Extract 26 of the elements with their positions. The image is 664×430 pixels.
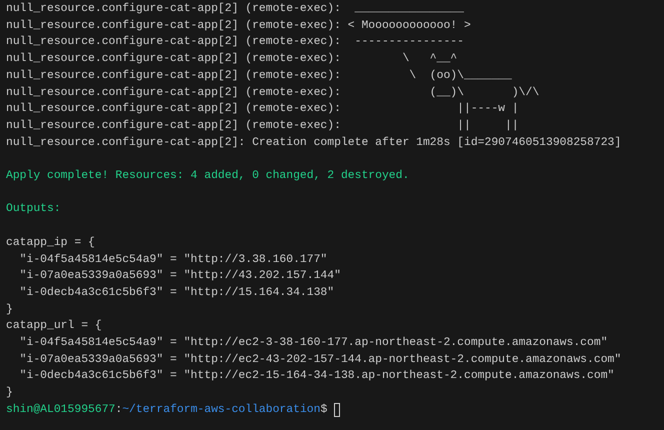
output-line: } bbox=[6, 386, 13, 402]
output-line: "i-0decb4a3c61c5b6f3" = "http://15.164.34.138" bbox=[18, 286, 334, 301]
cursor-icon bbox=[334, 403, 340, 418]
output-line: null_resource.configure-cat-app[2] (remote-exec): \ ^__^ bbox=[6, 52, 458, 68]
output-line: "i-07a0ea5339a0a5693" = "http://43.202.157.144" bbox=[18, 268, 341, 284]
output-line: "i-04f5a45814e5c54a9" = "http://3.38.160.177" bbox=[18, 252, 328, 268]
output-line: "i-0decb4a3c61c5b6f3" = "http://ec2-15-164-34-138.ap-northeast-2.compute.amazonaws.com" bbox=[18, 368, 614, 384]
output-line: null_resource.configure-cat-app[2] (remote-exec): \ (oo)\_______ bbox=[6, 68, 512, 84]
prompt-user-host: shin@AL015995677 bbox=[6, 402, 116, 418]
output-line: "i-04f5a45814e5c54a9" = "http://ec2-3-38-160-177.ap-northeast-2.compute.amazonaws.com" bbox=[18, 336, 608, 352]
output-line: null_resource.configure-cat-app[2] (remote-exec): (__)\ )\/\ bbox=[6, 86, 540, 101]
output-line: Apply complete! Resources: 4 added, 0 changed, 2 destroyed. bbox=[6, 168, 410, 184]
output-line: "i-07a0ea5339a0a5693" = "http://ec2-43-202-157-144.ap-northeast-2.compute.amazonaws.com" bbox=[18, 352, 622, 368]
output-line: null_resource.configure-cat-app[2] (remote-exec): ---------------- bbox=[6, 34, 464, 50]
output-line: } bbox=[6, 302, 13, 318]
output-line: catapp_ip = { bbox=[6, 236, 95, 251]
prompt-symbol: $ bbox=[320, 402, 328, 418]
output-line: Outputs: bbox=[6, 202, 61, 218]
output-line: null_resource.configure-cat-app[2]: Creation complete after 1m28s [id=2907460513908258723] bbox=[6, 136, 622, 151]
output-line: null_resource.configure-cat-app[2] (remote-exec): ________________ bbox=[6, 2, 464, 17]
output-line: null_resource.configure-cat-app[2] (remote-exec): < Moooooooooooo! > bbox=[6, 18, 471, 34]
output-line: null_resource.configure-cat-app[2] (remote-exec): || || bbox=[6, 118, 519, 134]
prompt-path: ~/terraform-aws-collaboration bbox=[122, 402, 320, 418]
output-line: null_resource.configure-cat-app[2] (remote-exec): ||----w | bbox=[6, 102, 519, 118]
prompt-separator: : bbox=[115, 402, 122, 418]
output-line: catapp_url = { bbox=[6, 318, 102, 334]
